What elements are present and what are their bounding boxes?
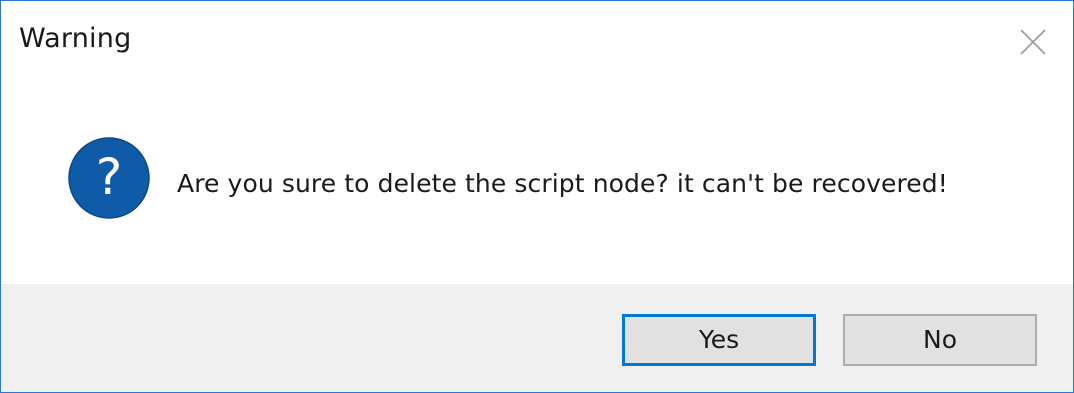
dialog-content: ? Are you sure to delete the script node… xyxy=(1,81,1073,284)
close-icon xyxy=(1020,29,1046,55)
question-icon: ? xyxy=(68,137,150,219)
no-button[interactable]: No xyxy=(843,314,1037,366)
svg-text:?: ? xyxy=(96,148,123,206)
close-button[interactable] xyxy=(997,1,1073,81)
dialog-message: Are you sure to delete the script node? … xyxy=(177,169,948,198)
button-bar: Yes No xyxy=(1,284,1073,392)
title-bar: Warning xyxy=(1,1,1073,81)
dialog-title: Warning xyxy=(19,23,132,54)
warning-dialog: Warning ? Are you sure to delete the scr… xyxy=(0,0,1074,393)
yes-button[interactable]: Yes xyxy=(622,314,816,366)
